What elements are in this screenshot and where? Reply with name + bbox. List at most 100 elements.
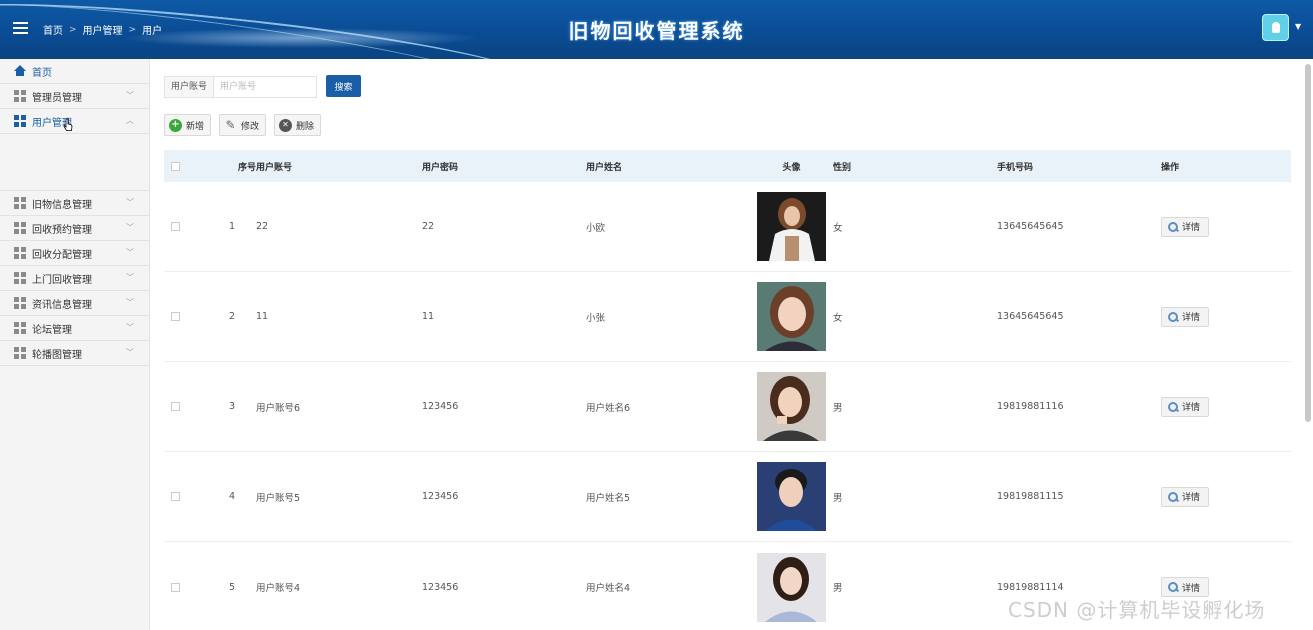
detail-button-label: 详情 (1182, 583, 1201, 594)
sidebar-item-label: 管理员管理 (32, 92, 82, 104)
sidebar-item-admin-management[interactable]: 管理员管理 ﹀ (0, 84, 149, 109)
pencil-icon: ✎ (225, 118, 236, 132)
search-icon (1167, 491, 1179, 503)
top-header: 首页 > 用户管理 > 用户 旧物回收管理系统 ▼ (0, 0, 1313, 59)
header-password: 用户密码 (422, 162, 459, 173)
chevron-down-icon: ﹀ (126, 223, 134, 232)
avatar-image (757, 192, 826, 261)
grid-icon (14, 247, 26, 259)
cell-phone: 19819881116 (997, 401, 1064, 412)
header-name: 用户姓名 (586, 162, 623, 173)
row-checkbox[interactable] (171, 222, 180, 231)
row-checkbox[interactable] (171, 312, 180, 321)
cell-phone: 19819881114 (997, 581, 1064, 593)
sidebar-item-label: 旧物信息管理 (32, 199, 92, 211)
delete-button[interactable]: ✕ 删除 (274, 114, 322, 136)
cell-no: 2 (228, 311, 236, 322)
header-phone: 手机号码 (997, 162, 1034, 173)
header-actions: 操作 (1161, 162, 1180, 173)
grid-icon (14, 222, 26, 234)
user-avatar[interactable] (1262, 14, 1289, 41)
cell-account: 用户账号6 (256, 402, 301, 414)
grid-icon (14, 322, 26, 334)
cell-password: 11 (422, 311, 435, 322)
sidebar-item-user-management[interactable]: 用户管理 ︿ (0, 109, 149, 134)
row-checkbox[interactable] (171, 582, 180, 592)
row-checkbox[interactable] (171, 402, 180, 411)
vertical-scrollbar[interactable] (1305, 64, 1311, 422)
sidebar-item-item-info[interactable]: 旧物信息管理 ﹀ (0, 191, 149, 216)
detail-button-label: 详情 (1182, 493, 1201, 503)
sidebar-item-label: 回收分配管理 (32, 249, 92, 261)
grid-icon (14, 197, 26, 209)
sidebar-item-label: 回收预约管理 (32, 224, 92, 236)
avatar-image (757, 372, 826, 441)
header-account: 用户账号 (256, 162, 293, 173)
grid-icon (14, 90, 26, 102)
chevron-down-icon: ﹀ (126, 248, 134, 257)
cell-name: 小欧 (586, 222, 606, 234)
sidebar-item-reservation[interactable]: 回收预约管理 ﹀ (0, 216, 149, 241)
chevron-up-icon: ︿ (126, 116, 134, 125)
add-button[interactable]: + 新增 (164, 114, 212, 136)
sidebar-item-label: 首页 (32, 67, 52, 79)
edit-button[interactable]: ✎ 修改 (219, 114, 267, 136)
table-row: 4 用户账号5 123456 用户姓名5 男 19819881115 详情 (164, 452, 1291, 542)
cell-name: 用户姓名5 (586, 492, 631, 504)
grid-icon (14, 115, 26, 127)
select-all-checkbox[interactable] (171, 161, 180, 171)
detail-button-label: 详情 (1182, 313, 1201, 323)
cell-account: 22 (256, 221, 269, 232)
chevron-down-icon: ﹀ (126, 298, 134, 307)
search-icon (1167, 311, 1179, 323)
cell-no: 1 (228, 221, 236, 232)
user-table: 序号 用户账号 用户密码 用户姓名 头像 性别 手机号码 操作 1 22 22 … (164, 150, 1291, 630)
sidebar-item-forum[interactable]: 论坛管理 ﹀ (0, 316, 149, 341)
detail-button-label: 详情 (1182, 403, 1201, 413)
header-avatar: 头像 (782, 162, 801, 173)
search-box: 用户账号 (164, 76, 318, 98)
delete-button-label: 删除 (296, 121, 315, 132)
caret-down-icon[interactable]: ▼ (1295, 22, 1301, 31)
sidebar: 首页 管理员管理 ﹀ 用户管理 ︿ 旧物信息管理 ﹀ 回收预约管理 ﹀ 回收分配… (0, 59, 150, 630)
cell-phone: 19819881115 (997, 491, 1064, 502)
sidebar-submenu (0, 134, 149, 191)
grid-icon (14, 297, 26, 309)
cell-phone: 13645645645 (997, 311, 1064, 322)
cell-gender: 女 (833, 312, 843, 324)
search-icon (1167, 221, 1179, 233)
cell-gender: 女 (833, 222, 843, 234)
sidebar-item-label: 论坛管理 (32, 324, 72, 336)
edit-button-label: 修改 (241, 121, 260, 132)
search-input[interactable] (213, 76, 318, 98)
cell-account: 用户账号5 (256, 492, 301, 504)
sidebar-item-assignment[interactable]: 回收分配管理 ﹀ (0, 241, 149, 266)
avatar-image (757, 462, 826, 531)
sidebar-item-label: 轮播图管理 (32, 349, 82, 361)
cell-no: 5 (228, 581, 236, 593)
plus-icon: + (169, 118, 182, 132)
cell-password: 22 (422, 221, 435, 232)
detail-button[interactable]: 详情 (1161, 306, 1209, 327)
cell-no: 3 (228, 401, 236, 412)
sidebar-item-carousel[interactable]: 轮播图管理 ﹀ (0, 341, 149, 366)
row-checkbox[interactable] (171, 492, 180, 501)
search-button[interactable]: 搜索 (326, 75, 361, 97)
search-icon (1167, 401, 1179, 413)
cell-phone: 13645645645 (997, 221, 1064, 232)
sidebar-item-news[interactable]: 资讯信息管理 ﹀ (0, 291, 149, 316)
grid-icon (14, 272, 26, 284)
table-row: 1 22 22 小欧 女 13645645645 详情 (164, 182, 1291, 272)
detail-button[interactable]: 详情 (1161, 486, 1209, 507)
sidebar-item-door-recycling[interactable]: 上门回收管理 ﹀ (0, 266, 149, 291)
detail-button[interactable]: 详情 (1161, 396, 1209, 417)
chevron-down-icon: ﹀ (126, 198, 134, 207)
detail-button[interactable]: 详情 (1161, 216, 1209, 237)
sidebar-item-label: 资讯信息管理 (32, 299, 92, 311)
sidebar-item-home[interactable]: 首页 (0, 59, 149, 84)
cell-account: 用户账号4 (256, 583, 301, 594)
header-gender: 性别 (833, 162, 852, 173)
add-button-label: 新增 (186, 121, 205, 132)
cell-password: 123456 (422, 581, 459, 593)
table-row: 2 11 11 小张 女 13645645645 详情 (164, 272, 1291, 362)
